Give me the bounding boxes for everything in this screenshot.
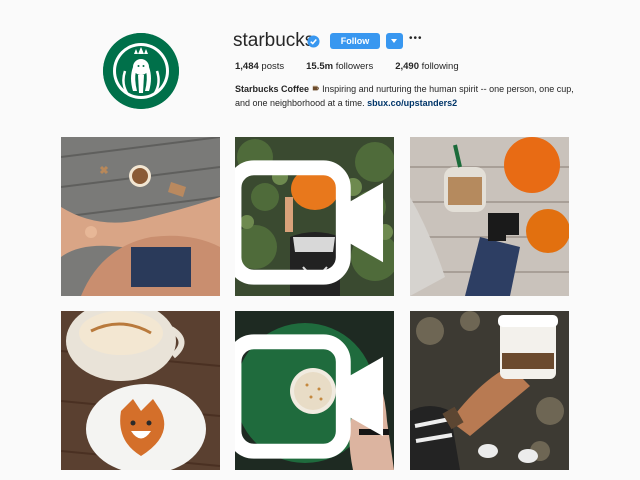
post-image bbox=[61, 311, 220, 470]
coffee-cup-icon bbox=[312, 85, 319, 91]
video-icon bbox=[235, 334, 384, 459]
posts-stat: 1,484 posts bbox=[235, 61, 284, 72]
post-tile-6[interactable] bbox=[410, 311, 569, 470]
profile-stats: 1,484 posts 15.5m followers 2,490 follow… bbox=[235, 61, 481, 72]
post-tile-4[interactable] bbox=[61, 311, 220, 470]
following-stat[interactable]: 2,490 following bbox=[395, 61, 458, 72]
suggested-accounts-button[interactable] bbox=[386, 33, 403, 49]
video-icon bbox=[235, 160, 384, 285]
bio-text-1: Inspiring and nurturing the human spirit… bbox=[322, 84, 555, 94]
posts-label: posts bbox=[261, 61, 285, 72]
followers-count: 15.5m bbox=[306, 61, 334, 72]
profile-username: starbucks bbox=[233, 30, 315, 51]
follow-button[interactable]: Follow bbox=[330, 33, 380, 49]
following-label: following bbox=[421, 61, 459, 72]
post-tile-3[interactable] bbox=[410, 137, 569, 296]
post-image bbox=[410, 137, 569, 296]
bio-name: Starbucks Coffee bbox=[235, 84, 310, 94]
bio-link[interactable]: sbux.co/upstanders2 bbox=[367, 98, 457, 108]
profile-bio: Starbucks Coffee Inspiring and nurturing… bbox=[235, 83, 580, 110]
post-tile-2[interactable] bbox=[235, 137, 394, 296]
post-image bbox=[410, 311, 569, 470]
followers-label: followers bbox=[335, 61, 374, 72]
following-count: 2,490 bbox=[395, 61, 419, 72]
more-options-icon[interactable]: ••• bbox=[409, 33, 422, 49]
followers-stat[interactable]: 15.5m followers bbox=[306, 61, 373, 72]
verified-badge-icon bbox=[307, 35, 320, 48]
posts-count: 1,484 bbox=[235, 61, 259, 72]
post-image bbox=[61, 137, 220, 296]
starbucks-logo-icon bbox=[103, 33, 179, 109]
post-tile-5[interactable] bbox=[235, 311, 394, 470]
post-tile-1[interactable] bbox=[61, 137, 220, 296]
profile-avatar[interactable] bbox=[103, 33, 179, 109]
